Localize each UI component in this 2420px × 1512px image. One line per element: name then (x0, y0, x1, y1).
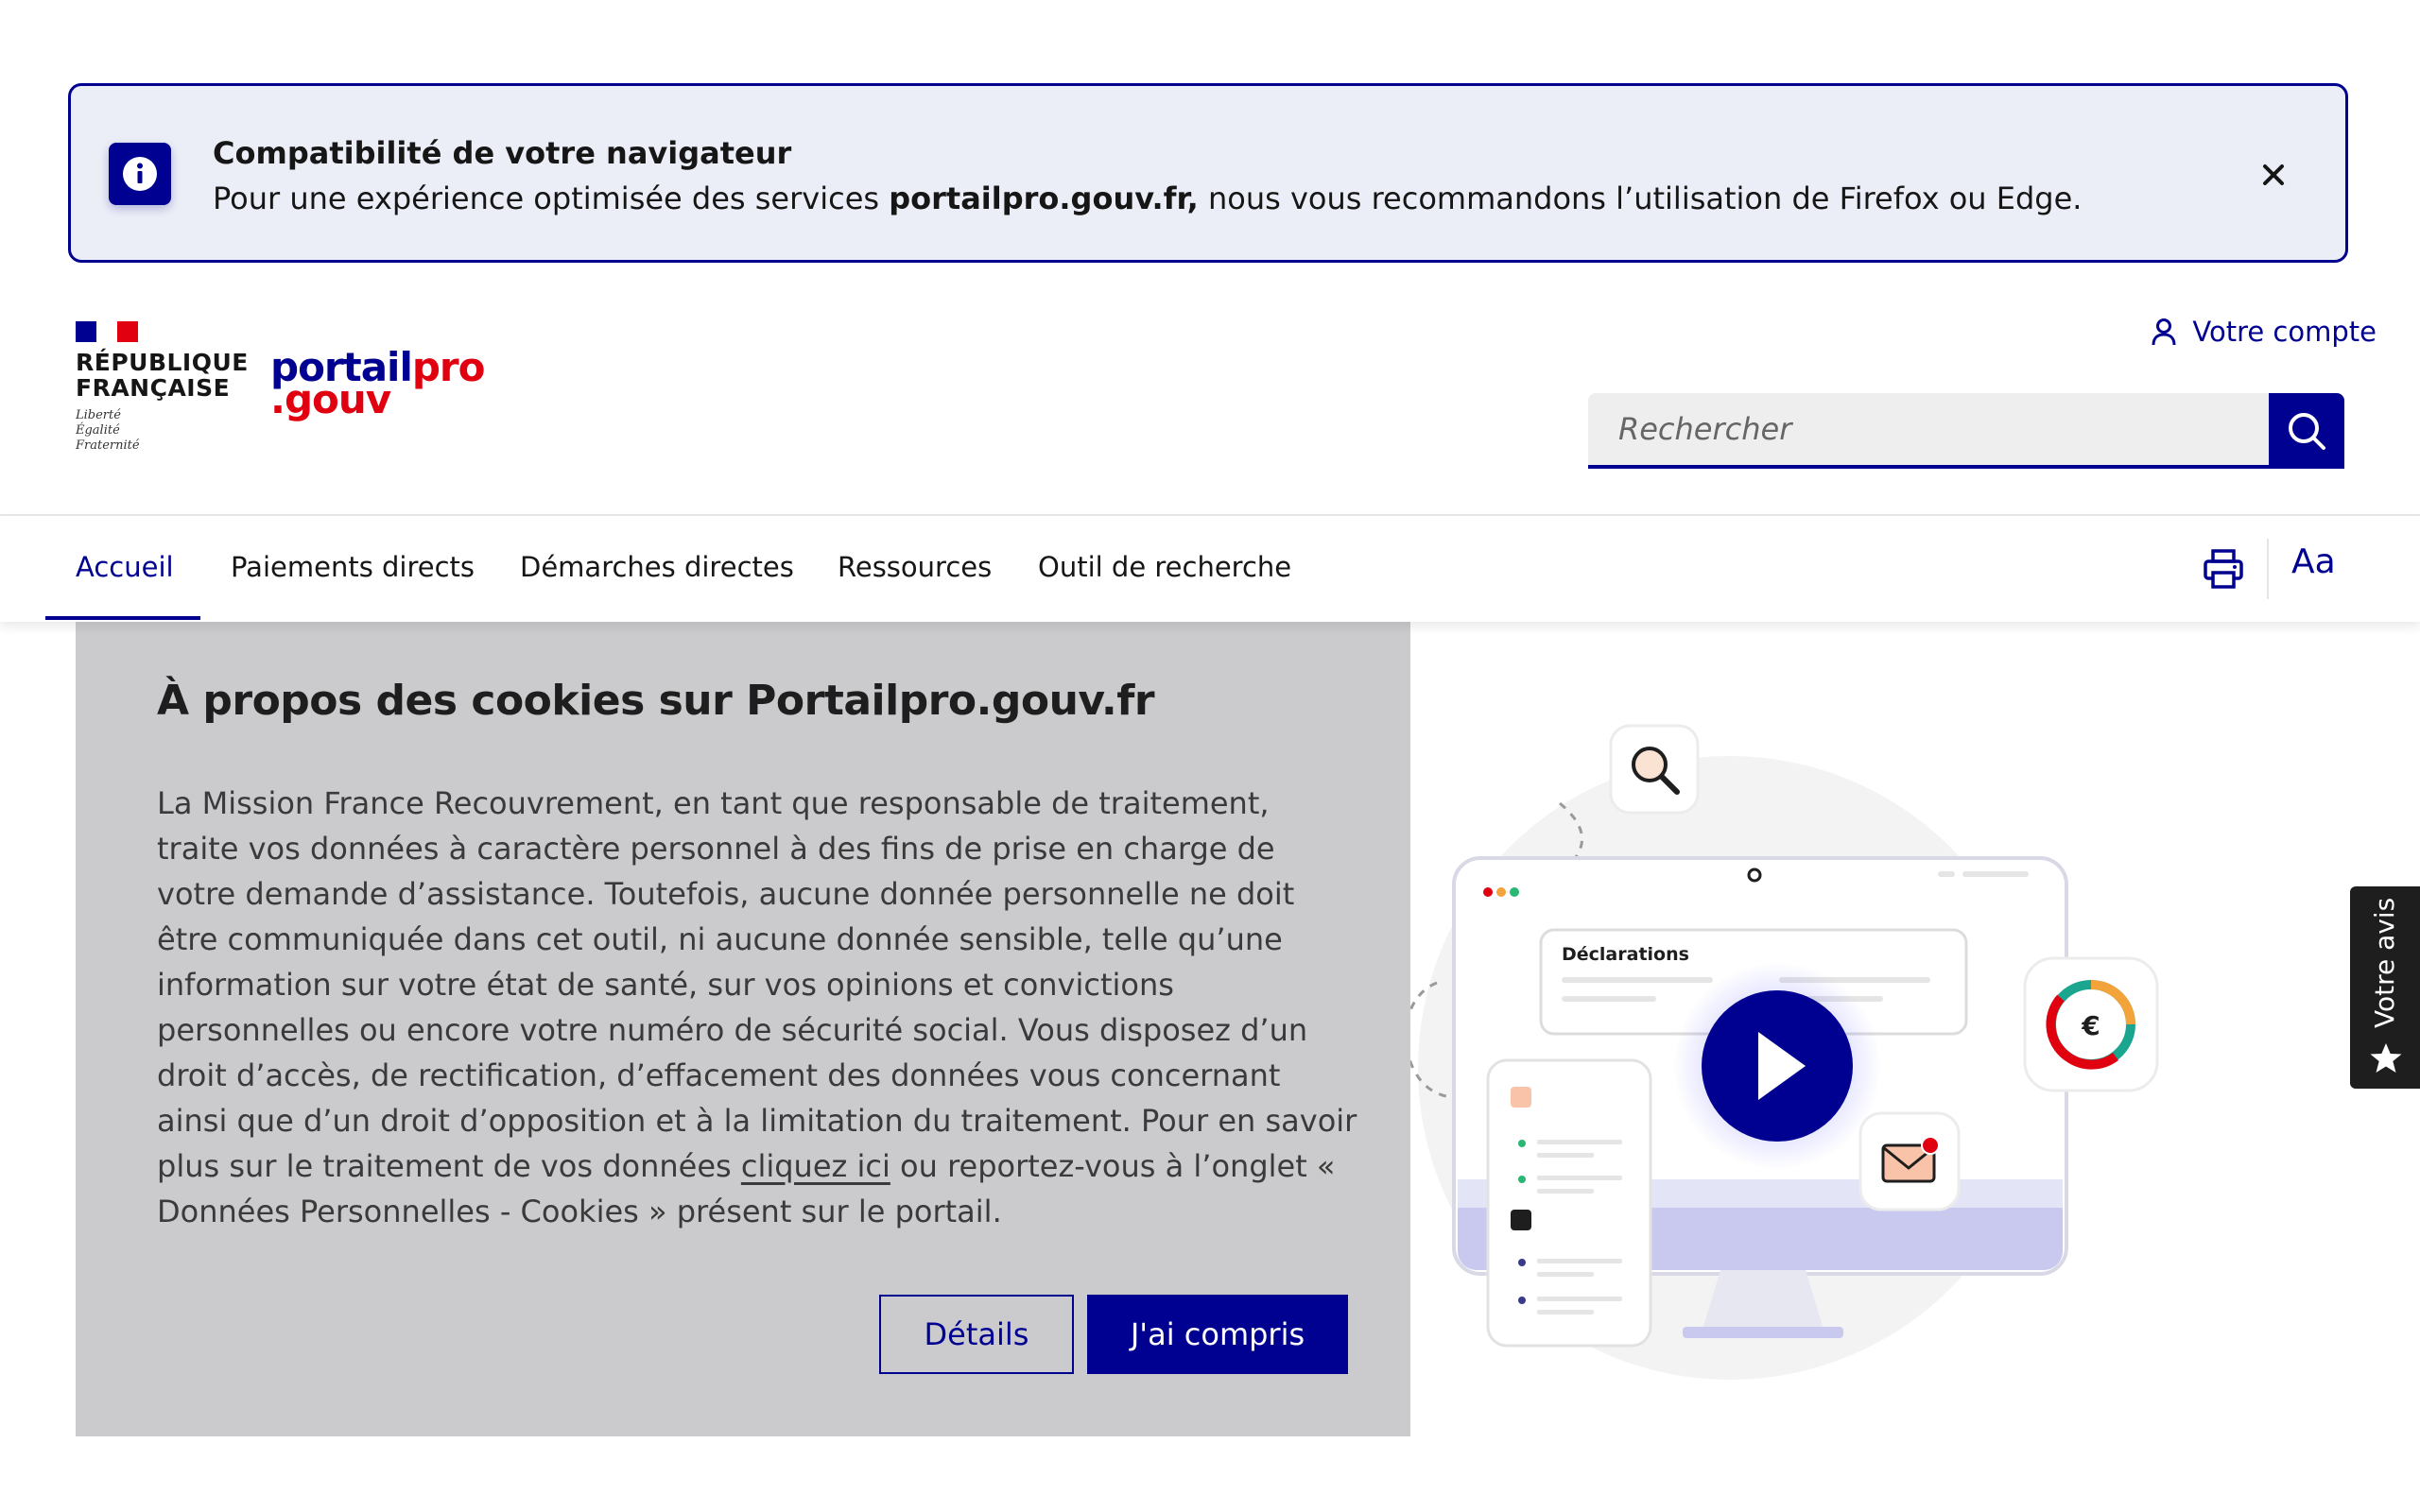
account-link[interactable]: Votre compte (2151, 316, 2377, 348)
banner-text-before: Pour une expérience optimisée des servic… (213, 180, 890, 216)
user-icon (2152, 318, 2176, 346)
cookie-title: À propos des cookies sur Portailpro.gouv… (157, 677, 1155, 725)
republique-francaise-text: RÉPUBLIQUE FRANÇAISE (76, 350, 249, 401)
banner-title: Compatibilité de votre navigateur (213, 135, 792, 171)
banner-text: Pour une expérience optimisée des servic… (213, 180, 2082, 216)
motto-egalite: Égalité (76, 423, 120, 438)
declarations-card-title: Déclarations (1562, 944, 1689, 965)
cookie-text-before: La Mission France Recouvrement, en tant … (157, 785, 1357, 1184)
nav-item-ressources[interactable]: Ressources (838, 516, 992, 622)
marianne-flag (76, 321, 138, 342)
portailpro-logo[interactable]: portailpro .gouv (270, 344, 485, 429)
republique-francaise-logo[interactable]: RÉPUBLIQUE FRANÇAISE Liberté Égalité Fra… (76, 321, 248, 463)
republic-motto: Liberté Égalité Fraternité (76, 408, 140, 454)
browser-compat-banner: Compatibilité de votre navigateur Pour u… (68, 83, 2348, 263)
motto-fraternite: Fraternité (76, 438, 140, 453)
hero-illustration: Déclarations € (1404, 699, 2259, 1418)
star-icon (2370, 1043, 2402, 1073)
info-icon (109, 143, 171, 205)
motto-liberte: Liberté (76, 408, 121, 422)
feedback-label: Votre avis (2369, 897, 2400, 1028)
font-size-icon[interactable]: Aa (2291, 542, 2336, 581)
nav-item-outil-de-recherche[interactable]: Outil de recherche (1038, 516, 1291, 622)
cookie-link-cliquez-ici[interactable]: cliquez ici (741, 1148, 890, 1184)
cookie-text: La Mission France Recouvrement, en tant … (157, 781, 1357, 1234)
accept-button[interactable]: J'ai compris (1087, 1295, 1348, 1374)
feedback-tab[interactable]: Votre avis (2350, 886, 2420, 1089)
main-nav: Accueil Paiements directs Démarches dire… (0, 514, 2420, 622)
nav-item-demarches-directes[interactable]: Démarches directes (520, 516, 794, 622)
print-icon[interactable] (2201, 546, 2246, 592)
close-icon[interactable] (2255, 156, 2292, 194)
nav-item-accueil[interactable]: Accueil (76, 516, 174, 622)
banner-text-domain: portailpro.gouv.fr, (889, 180, 1199, 216)
search-icon (2289, 413, 2325, 450)
logo-pro: pro (411, 344, 486, 390)
currency-symbol: € (2081, 1010, 2100, 1041)
search-button[interactable] (2269, 393, 2344, 469)
republique-line1: RÉPUBLIQUE (76, 349, 249, 376)
nav-tools-divider (2267, 539, 2269, 599)
banner-text-after: nous vous recommandons l’utilisation de … (1198, 180, 2083, 216)
portailpro-logo-line2: .gouv (270, 376, 391, 422)
active-tab-indicator (45, 616, 200, 620)
republique-line2: FRANÇAISE (76, 374, 231, 402)
cookie-consent-panel: À propos des cookies sur Portailpro.gouv… (76, 620, 1410, 1436)
search-bar (1588, 393, 2344, 469)
account-label: Votre compte (2192, 316, 2377, 348)
search-input[interactable] (1588, 393, 2271, 469)
details-button[interactable]: Détails (879, 1295, 1074, 1374)
nav-item-paiements-directs[interactable]: Paiements directs (231, 516, 475, 622)
